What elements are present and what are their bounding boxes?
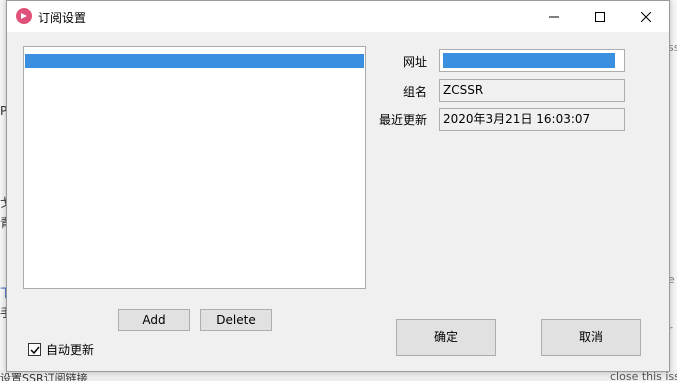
last-updated-label: 最近更新	[378, 113, 427, 127]
maximize-icon	[595, 11, 605, 22]
window-title: 订阅设置	[38, 11, 87, 25]
url-label: 网址	[402, 55, 427, 69]
subscription-list-item[interactable]	[25, 54, 364, 68]
minimize-button[interactable]	[531, 1, 577, 32]
maximize-button[interactable]	[577, 1, 623, 32]
close-icon	[641, 11, 651, 22]
title-bar[interactable]: 订阅设置	[7, 1, 669, 32]
delete-button[interactable]: Delete	[200, 309, 272, 331]
checkmark-icon	[29, 346, 40, 354]
group-name-label: 组名	[402, 85, 427, 99]
cancel-button[interactable]: 取消	[541, 319, 641, 356]
app-logo-icon	[16, 8, 32, 24]
group-name-field[interactable]: ZCSSR	[439, 79, 625, 102]
url-value	[443, 53, 615, 68]
minimize-icon	[549, 16, 559, 17]
ok-button[interactable]: 确定	[396, 319, 496, 356]
add-button[interactable]: Add	[118, 309, 190, 331]
close-button[interactable]	[623, 1, 669, 32]
auto-update-checkbox[interactable]	[28, 343, 41, 356]
subscription-settings-dialog: 订阅设置 Add Delete 自动更新 网址 组名 ZCSSR 最近更新 20…	[6, 0, 670, 372]
last-updated-field: 2020年3月21日 16:03:07	[439, 108, 625, 131]
subscription-list[interactable]	[23, 46, 366, 289]
url-field[interactable]	[439, 49, 625, 72]
auto-update-label[interactable]: 自动更新	[46, 341, 94, 358]
